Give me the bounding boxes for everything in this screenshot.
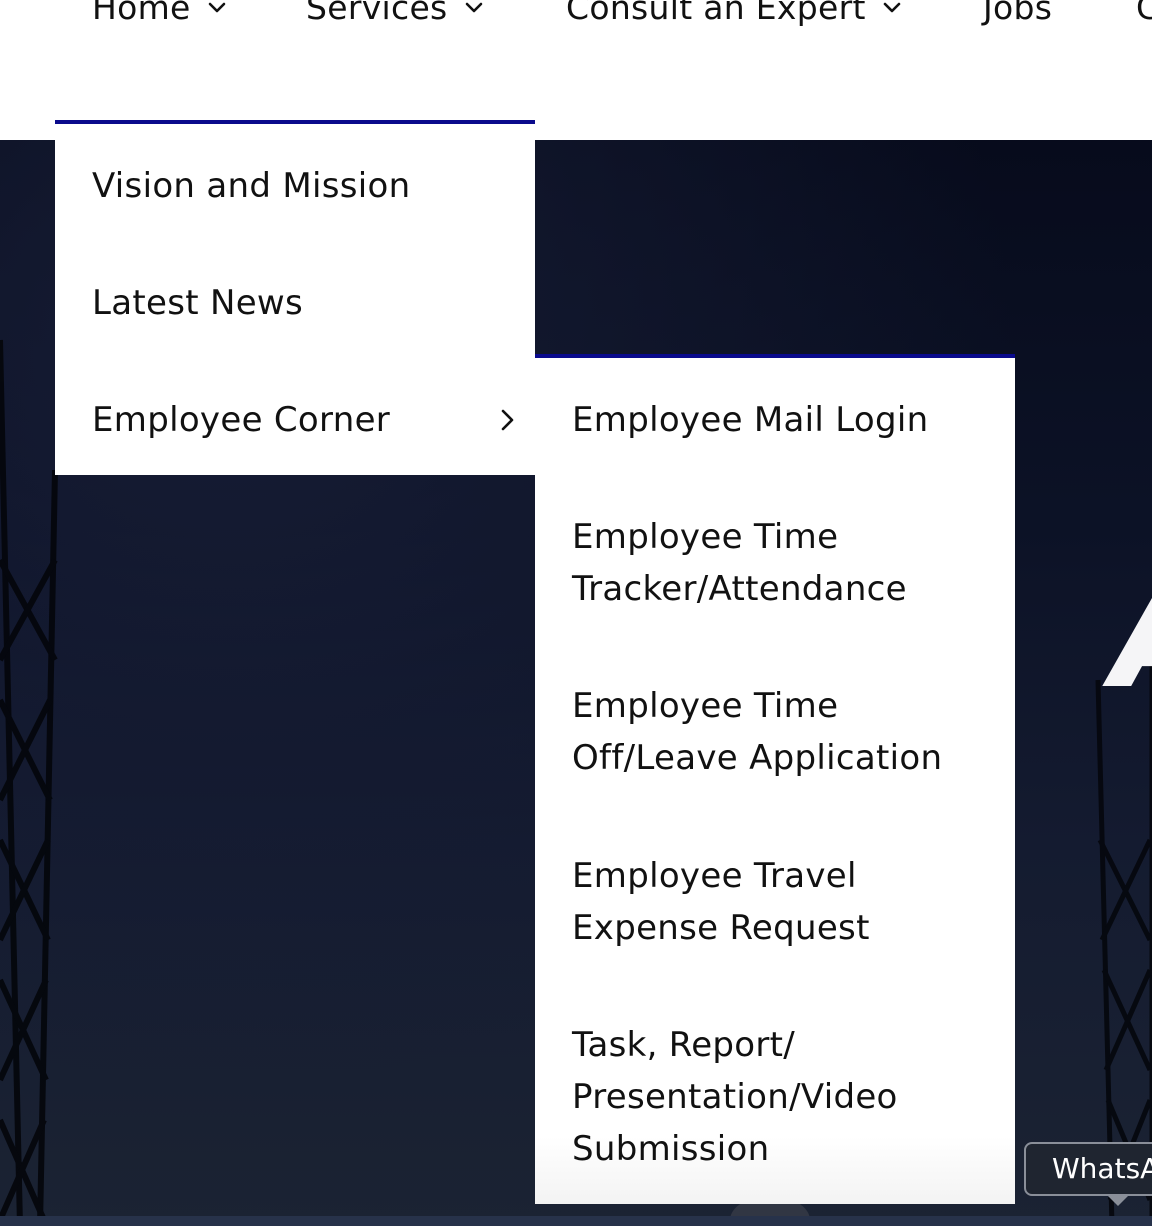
nav-item-home[interactable]: Home xyxy=(92,0,229,32)
nav-item-consult-an-expert[interactable]: Consult an Expert xyxy=(566,0,904,32)
chevron-down-icon xyxy=(208,2,225,13)
menu-item-label: Employee Corner xyxy=(92,400,391,440)
menu-item-vision-and-mission[interactable]: Vision and Mission xyxy=(92,160,410,212)
top-navigation: Home Services Consult an Expert Jobs C xyxy=(0,0,1152,140)
bottom-strip xyxy=(0,1216,1152,1226)
employee-corner-submenu: Employee Mail Login Employee Time Tracke… xyxy=(535,354,1015,1204)
nav-item-jobs[interactable]: Jobs xyxy=(983,0,1052,32)
nav-item-truncated[interactable]: C xyxy=(1136,0,1152,32)
menu-item-employee-mail-login[interactable]: Employee Mail Login xyxy=(572,394,992,446)
nav-item-services[interactable]: Services xyxy=(306,0,486,32)
whatsapp-tooltip[interactable]: WhatsApp xyxy=(1024,1142,1152,1196)
nav-item-label: Services xyxy=(306,0,448,27)
nav-item-label: Home xyxy=(92,0,191,27)
menu-item-employee-leave-application[interactable]: Employee Time Off/Leave Application xyxy=(572,680,992,784)
menu-item-latest-news[interactable]: Latest News xyxy=(92,277,303,329)
chevron-down-icon xyxy=(883,2,901,13)
home-dropdown-menu: Vision and Mission Latest News Employee … xyxy=(55,120,535,475)
menu-item-employee-time-tracker[interactable]: Employee Time Tracker/Attendance xyxy=(572,511,992,615)
nav-item-label: Consult an Expert xyxy=(566,0,866,27)
chevron-down-icon xyxy=(465,2,482,13)
menu-item-employee-corner[interactable]: Employee Corner xyxy=(92,394,518,446)
chevron-right-icon xyxy=(501,409,514,431)
tooltip-arrow xyxy=(1106,1194,1130,1206)
nav-item-label: C xyxy=(1136,0,1152,27)
menu-item-employee-travel-expense[interactable]: Employee Travel Expense Request xyxy=(572,850,992,954)
nav-item-label: Jobs xyxy=(983,0,1053,27)
hero-heading-partial: A xyxy=(1112,560,1152,710)
menu-item-task-report-submission[interactable]: Task, Report/ Presentation/Video Submiss… xyxy=(572,1019,992,1175)
